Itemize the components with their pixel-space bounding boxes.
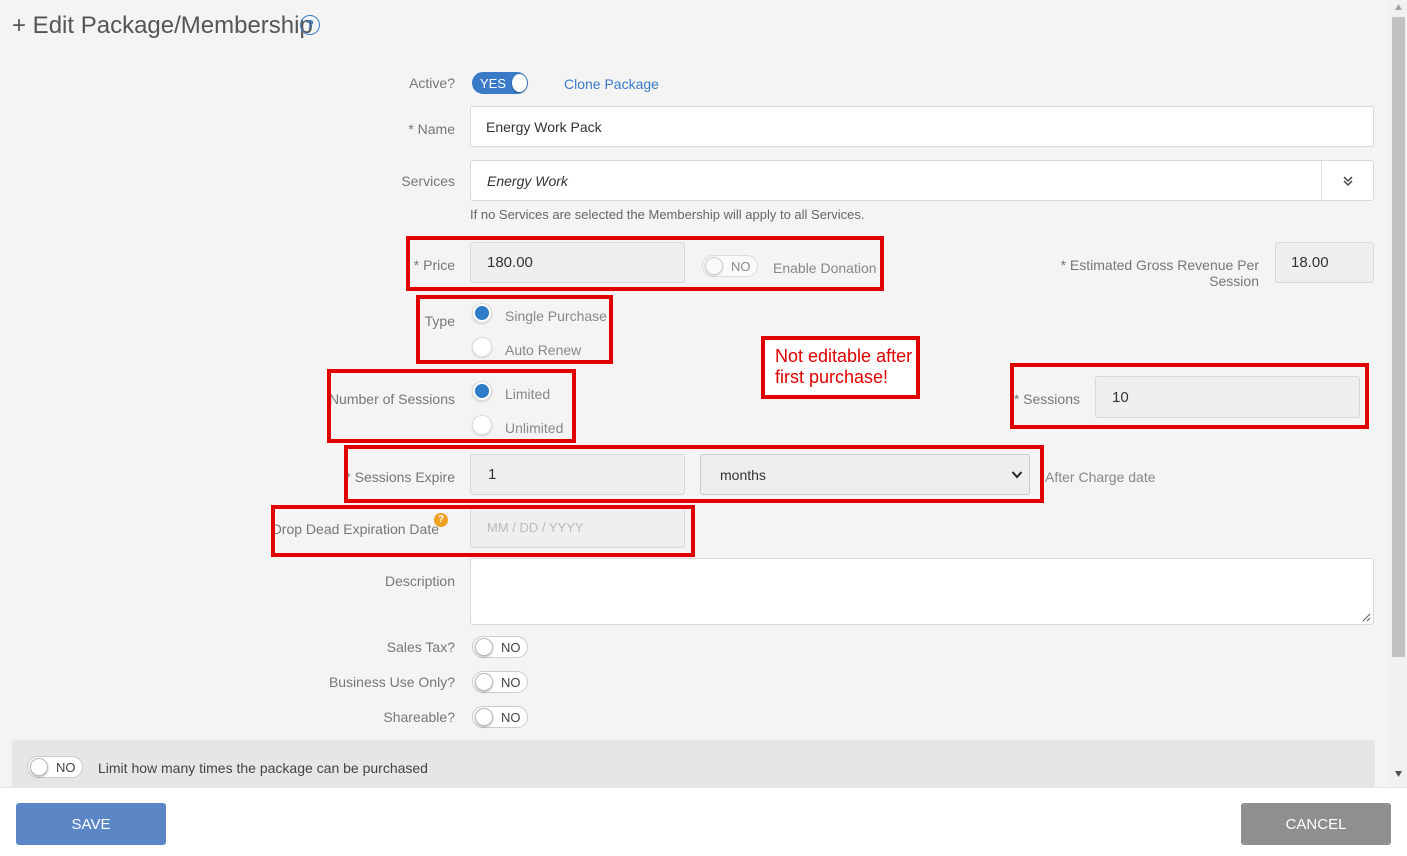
limit-purchases-label: Limit how many times the package can be …: [98, 760, 428, 776]
revenue-label-line2: Session: [1209, 273, 1259, 289]
toggle-knob: [475, 708, 493, 726]
save-button[interactable]: SAVE: [16, 803, 166, 845]
note-line2: first purchase!: [775, 367, 889, 387]
revenue-label: * Estimated Gross Revenue Per Session: [1061, 257, 1259, 289]
active-label: Active?: [409, 75, 455, 91]
sessions-expire-highlight-box: [344, 445, 1044, 503]
name-label: * Name: [408, 121, 455, 137]
toggle-knob: [512, 74, 527, 92]
drop-dead-highlight-box: [271, 505, 695, 557]
after-charge-date-label: After Charge date: [1045, 469, 1156, 485]
shareable-toggle-text: NO: [501, 709, 521, 725]
business-use-label: Business Use Only?: [328, 674, 455, 690]
scrollbar-thumb[interactable]: [1392, 17, 1405, 657]
business-use-toggle-text: NO: [501, 674, 521, 690]
clone-package-link[interactable]: Clone Package: [564, 76, 659, 92]
business-use-toggle[interactable]: NO: [472, 671, 528, 693]
sessions-highlight-box: [1010, 363, 1369, 429]
scroll-down-arrow-icon[interactable]: [1394, 770, 1403, 778]
services-hint: If no Services are selected the Membersh…: [470, 207, 865, 222]
services-expand-button[interactable]: [1321, 161, 1373, 200]
footer-bar: [0, 787, 1407, 856]
toggle-knob: [475, 673, 493, 691]
description-textarea[interactable]: [470, 558, 1374, 625]
type-highlight-box: [416, 295, 613, 364]
resize-handle-icon[interactable]: [1361, 612, 1371, 622]
price-highlight-box: [406, 236, 884, 291]
note-line1: Not editable after: [775, 346, 913, 366]
sales-tax-label: Sales Tax?: [386, 639, 455, 655]
scroll-up-arrow-icon[interactable]: [1394, 3, 1403, 11]
services-select[interactable]: Energy Work: [470, 160, 1374, 201]
limit-purchases-toggle[interactable]: NO: [27, 756, 83, 778]
services-label: Services: [401, 173, 455, 189]
name-input[interactable]: Energy Work Pack: [470, 106, 1374, 147]
page-title: + Edit Package/Membership: [12, 12, 313, 39]
shareable-label: Shareable?: [383, 709, 455, 725]
toggle-knob: [30, 758, 48, 776]
services-value: Energy Work: [487, 172, 568, 189]
active-toggle-text: YES: [480, 75, 507, 91]
revenue-input: 18.00: [1275, 242, 1374, 283]
sales-tax-toggle[interactable]: NO: [472, 636, 528, 658]
help-icon[interactable]: ?: [300, 15, 320, 35]
annotation-note: Not editable after first purchase!: [761, 336, 920, 399]
active-toggle[interactable]: YES: [472, 72, 528, 94]
number-of-sessions-highlight-box: [327, 369, 576, 443]
toggle-knob: [475, 638, 493, 656]
revenue-label-line1: * Estimated Gross Revenue Per: [1060, 257, 1259, 273]
double-chevron-down-icon: [1342, 175, 1353, 186]
limit-toggle-text: NO: [56, 759, 76, 775]
description-label: Description: [384, 573, 455, 589]
sales-tax-toggle-text: NO: [501, 639, 521, 655]
shareable-toggle[interactable]: NO: [472, 706, 528, 728]
cancel-button[interactable]: CANCEL: [1241, 803, 1391, 845]
